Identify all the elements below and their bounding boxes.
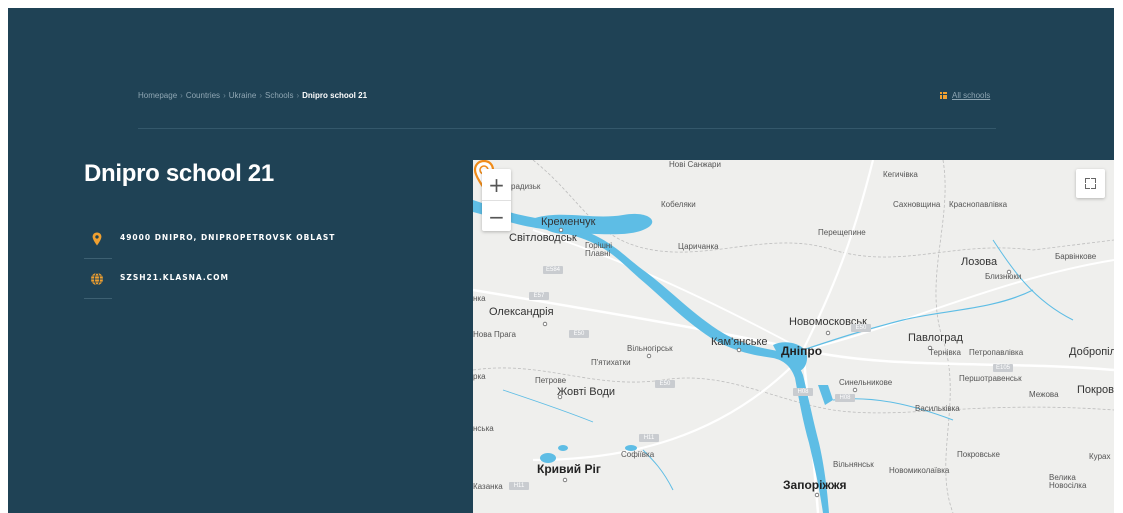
all-schools-link[interactable]: All schools: [940, 91, 990, 100]
map-label: Краснопавлівка: [949, 200, 1008, 209]
map-label: Вільнянськ: [833, 460, 874, 469]
map-label: Жовті Води: [557, 386, 616, 398]
map-label: Сахновщина: [893, 200, 941, 209]
breadcrumb-current: Dnipro school 21: [302, 91, 368, 100]
school-address: 49000 DNIPRO, DNIPROPETROVSK OBLAST: [120, 233, 336, 242]
map-label: Першотравенськ: [959, 374, 1022, 383]
map-label: рка: [473, 372, 486, 381]
road-shield: H08: [793, 388, 813, 396]
address-row: 49000 DNIPRO, DNIPROPETROVSK OBLAST: [84, 232, 374, 272]
map-label: Курах: [1089, 452, 1111, 461]
breadcrumb-separator: ›: [259, 91, 262, 100]
road-shield: H11: [639, 434, 659, 442]
road-shield: H08: [835, 394, 855, 402]
zoom-in-button[interactable]: +: [482, 169, 511, 200]
breadcrumb-countries[interactable]: Countries: [186, 91, 220, 100]
zoom-out-button[interactable]: −: [482, 200, 511, 232]
map-label: Васильківка: [915, 404, 960, 413]
page-title: Dnipro school 21: [84, 160, 274, 187]
breadcrumb-ukraine[interactable]: Ukraine: [229, 91, 257, 100]
breadcrumb-schools[interactable]: Schools: [265, 91, 293, 100]
breadcrumb-homepage[interactable]: Homepage: [138, 91, 177, 100]
map-label: Казанка: [473, 482, 503, 491]
map-label: Синельникове: [839, 378, 893, 387]
map-label: Покровсь: [1077, 384, 1114, 396]
road-shield: E57: [529, 292, 549, 300]
map-label: нська: [473, 424, 494, 433]
map-label: Лозова: [961, 256, 998, 268]
row-divider: [84, 298, 112, 299]
map-label: П'ятихатки: [591, 358, 631, 367]
map-label: Кривий Ріг: [537, 462, 601, 476]
map-label: Світловодськ: [509, 232, 577, 244]
map-label: Олександрія: [489, 306, 554, 318]
globe-icon: [91, 272, 103, 286]
all-schools-label: All schools: [952, 91, 991, 100]
map-label: Софіївка: [621, 450, 655, 459]
breadcrumb-separator: ›: [223, 91, 226, 100]
map-label: Павлоград: [908, 332, 963, 344]
fullscreen-icon: [1085, 178, 1090, 183]
road-shield: E50: [569, 330, 589, 338]
map-label: Барвінкове: [1055, 252, 1097, 261]
road-shield: E584: [543, 266, 563, 274]
breadcrumb-separator: ›: [180, 91, 183, 100]
map-label: Тернівка: [929, 348, 961, 357]
grid-icon: [940, 92, 947, 99]
map-label: Запоріжжя: [783, 478, 847, 492]
map-label: Горішні Плавні: [585, 241, 613, 258]
map-label: Петропавлівка: [969, 348, 1024, 357]
fullscreen-icon: [1085, 184, 1090, 189]
road-shield: E50: [655, 380, 675, 388]
map-label: Вільногірськ: [627, 344, 673, 353]
breadcrumb: Homepage › Countries › Ukraine › Schools › Dnipr…: [138, 91, 367, 100]
map-label: Межова: [1029, 390, 1059, 399]
map-label: Велика Новосілка: [1049, 473, 1087, 490]
fullscreen-button[interactable]: [1076, 169, 1105, 198]
map-label: Добропілля: [1069, 346, 1114, 358]
map-label: радизьк: [511, 182, 541, 191]
location-pin-icon: [92, 232, 102, 246]
website-row: SZSH21.KLASNA.COM: [84, 272, 374, 312]
fullscreen-icon: [1091, 178, 1096, 183]
map-label: Петрове: [535, 376, 567, 385]
map-label: Кегичівка: [883, 170, 918, 179]
map-label: Покровське: [957, 450, 1000, 459]
road-shield: H11: [509, 482, 529, 490]
map-label: Перещепине: [818, 228, 866, 237]
breadcrumb-separator: ›: [296, 91, 300, 100]
map-label: Кам'янське: [711, 336, 768, 348]
map-label: Кобеляки: [661, 200, 696, 209]
header-divider: [138, 128, 996, 129]
map-label: Дніпро: [781, 344, 823, 358]
map-label: нка: [473, 294, 486, 303]
school-website-link[interactable]: SZSH21.KLASNA.COM: [120, 273, 229, 282]
school-map[interactable]: Нові Санжари Кегичівка радизьк Кобеляки …: [473, 160, 1114, 513]
map-label: Кременчук: [541, 216, 596, 228]
map-label: Нові Санжари: [669, 160, 721, 169]
fullscreen-icon: [1091, 184, 1096, 189]
road-shield: E50: [851, 324, 871, 332]
map-zoom-controls: + −: [482, 169, 511, 231]
map-label: Близнюки: [985, 272, 1022, 281]
road-shield: E105: [993, 364, 1013, 372]
page-header-panel: Homepage › Countries › Ukraine › Schools › Dnipr…: [8, 8, 1114, 513]
map-label: Царичанка: [678, 242, 719, 251]
row-divider: [84, 258, 112, 259]
map-label: Нова Прага: [473, 330, 516, 339]
map-label: Новомиколаївка: [889, 466, 950, 475]
